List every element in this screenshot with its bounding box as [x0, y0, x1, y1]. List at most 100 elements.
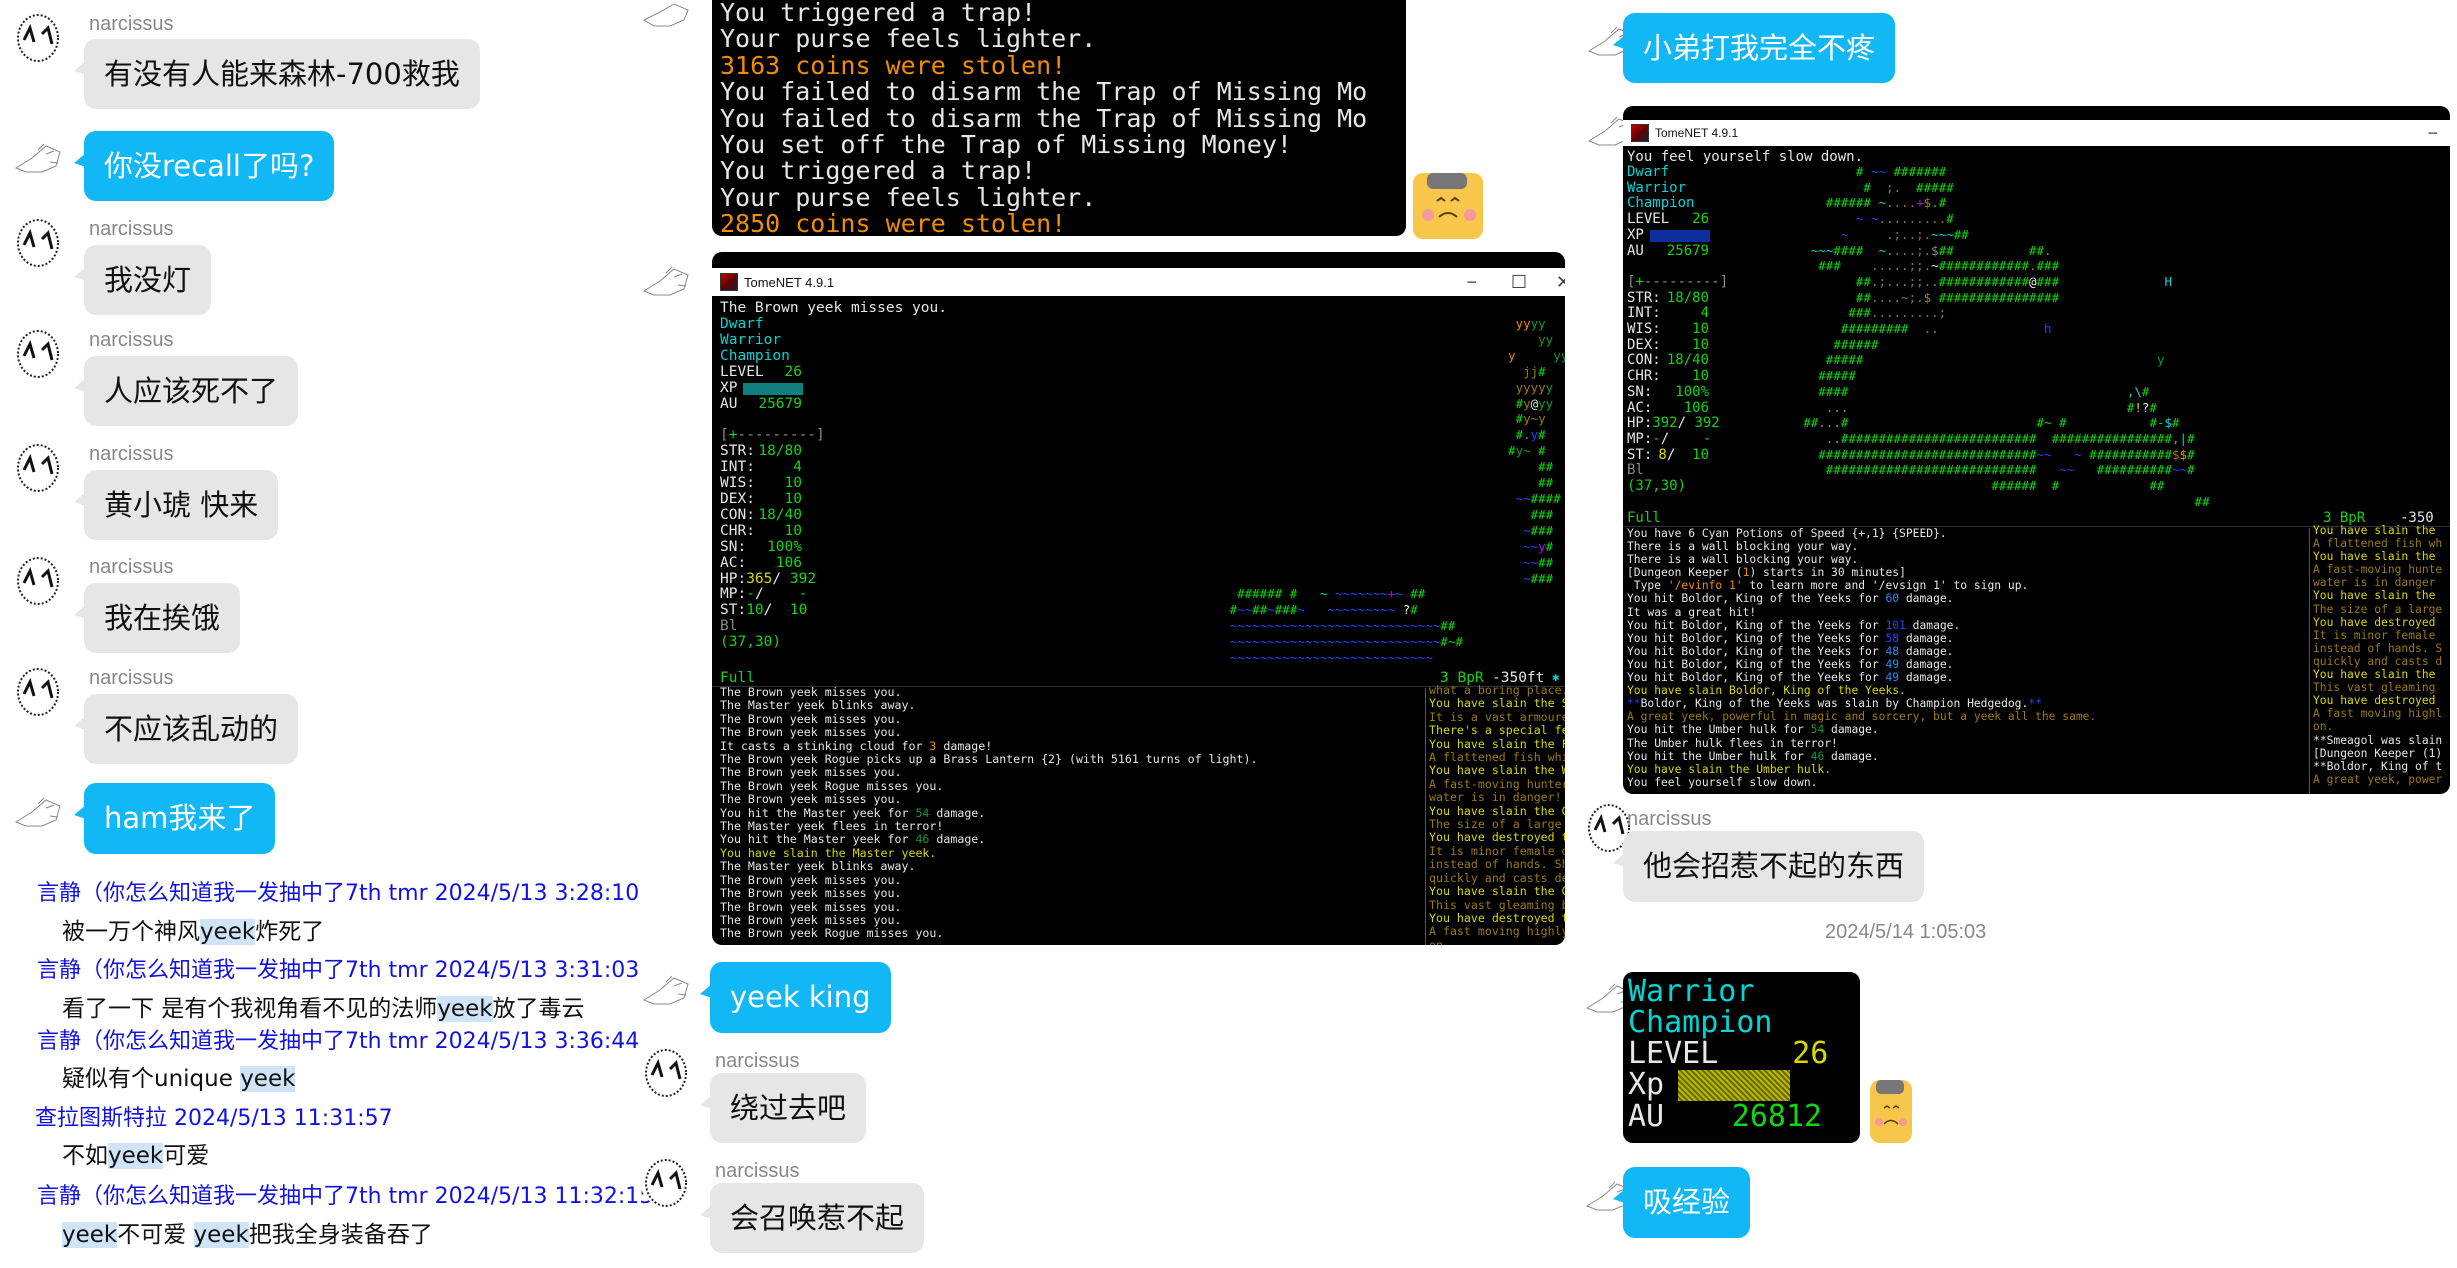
log-line: This vast gleaming — [2313, 681, 2436, 695]
narcissus-avatar[interactable] — [640, 1155, 692, 1207]
st-row: ST: 10/ 10 — [720, 602, 808, 619]
hedgehog-avatar[interactable] — [640, 0, 692, 30]
narcissus-avatar[interactable] — [640, 1045, 692, 1097]
tomenet-screenshot[interactable]: Class: WarriorSocial Class:90DEX:10e) a … — [1623, 106, 2450, 794]
hedgehog-avatar[interactable] — [12, 132, 64, 184]
log-line: The Umber hulk flees in terror! — [1627, 736, 1838, 750]
title-rank: Champion — [1628, 1005, 1773, 1040]
message-bubble[interactable]: 小弟打我完全不疼 — [1612, 13, 1896, 83]
map-row: ~~~~~~~~~~~~~~~~~~~~~~~~~~~ — [1229, 650, 1433, 666]
message-bubble[interactable]: 黄小琥 快来 — [73, 470, 279, 540]
hp-row: HP: 392/ 392 — [1627, 415, 1720, 432]
map-row: ~~#### — [1515, 490, 1561, 506]
log-line: The Brown yeek misses you. — [720, 912, 902, 927]
game-status-bar: Class: WarriorSocial Class:90DEX:10e) a … — [1623, 106, 2450, 132]
map-row: ###.........; — [1848, 305, 1947, 321]
log-line: [Dungeon Keeper (1) starts in 30 minutes… — [1627, 566, 1906, 580]
sender-name: narcissus — [89, 218, 174, 240]
narcissus-avatar[interactable] — [12, 10, 64, 62]
log-line: You hit the Master yeek for 54 damage. — [720, 805, 986, 820]
class-label: Warrior — [1628, 974, 1755, 1009]
gold-row: AU26812## — [1628, 1099, 1823, 1134]
map-row: ###### ~....+$.# — [1825, 195, 1947, 211]
divider — [1425, 688, 1426, 945]
trap-log-screenshot[interactable]: You triggered a trap! Your purse feels li… — [712, 0, 1406, 236]
map-row: ~### — [1523, 522, 1554, 538]
message-bubble[interactable]: 我没灯 — [73, 245, 212, 315]
log-line: The Brown yeek misses you. — [720, 872, 902, 887]
hamster-sticker[interactable] — [1413, 173, 1483, 239]
map-row: ~### — [1523, 570, 1554, 586]
map-row: ~~~#### ~....;.$## ##. — [1810, 242, 2052, 258]
stats-crop-screenshot[interactable]: Warrior Champion LEVEL26 Xp AU26812## — [1623, 972, 1860, 1143]
narcissus-avatar[interactable] — [12, 326, 64, 378]
map-row: ~ .;..;.~~~## — [1840, 226, 1969, 242]
message-bubble[interactable]: 有没有人能来森林-700救我 — [74, 39, 480, 109]
message-bubble[interactable]: 绕过去吧 — [699, 1073, 867, 1143]
stat-row: CHR: 10 — [720, 522, 802, 539]
log-line: You have slain the Giant — [1429, 884, 1565, 899]
log-line: You hit the Umber hulk for 46 damage. — [1627, 749, 1879, 763]
log-line: A fast moving highl — [2313, 707, 2443, 721]
message-log: You have 6 Cyan Potions of Speed {+,1} {… — [1627, 527, 2227, 789]
close-button[interactable]: ✕ — [1556, 272, 1565, 293]
log-line: The Brown yeek Rogue misses you. — [720, 778, 944, 793]
log-line: on. — [2313, 720, 2334, 734]
log-line: on. — [1429, 937, 1450, 945]
tomenet-app-icon — [720, 273, 738, 291]
message-bubble[interactable]: 会召唤惹不起 — [699, 1183, 925, 1253]
message-bubble[interactable]: ham我来了 — [73, 783, 276, 854]
hamster-sticker[interactable] — [1870, 1080, 1912, 1143]
map-row: ~~~~~~~~~~~~~~~~~~~~~~~~~~~~#~# — [1229, 634, 1463, 650]
message-bubble[interactable]: yeek king — [700, 962, 891, 1033]
log-line: [Dungeon Keeper (1) — [2313, 746, 2443, 760]
map-row: y yy — [1508, 347, 1565, 363]
message-text: 有没有人能来森林-700救我 — [104, 56, 460, 91]
message-bubble[interactable]: 吸经验 — [1612, 1167, 1751, 1238]
tomenet-screenshot[interactable]: Class: WarriorSocial Class:90DEX:10e) a … — [712, 252, 1565, 945]
window-titlebar[interactable]: TomeNET 4.9.1 − — [1623, 120, 2450, 146]
minimize-button[interactable]: − — [1466, 272, 1477, 293]
message-bubble[interactable]: 你没recall了吗? — [73, 131, 335, 201]
gold-row: AU 25679 — [1627, 242, 1709, 259]
class-label: Warrior — [1627, 179, 1687, 196]
hp-row: HP: 365/ 392 — [720, 570, 817, 587]
forwarded-message: yeek不可爱 yeek把我全身装备吞了 — [62, 1222, 433, 1248]
narcissus-avatar[interactable] — [12, 553, 64, 605]
map-row: #### ,\# — [1818, 383, 2150, 399]
keyword-highlight: yeek — [108, 1143, 164, 1169]
log-line: You have slain the Stego — [1429, 696, 1565, 711]
narcissus-avatar[interactable] — [12, 440, 64, 492]
log-line: what a boring place.. — [1429, 684, 1565, 697]
message-bubble[interactable]: 不应该乱动的 — [73, 694, 299, 764]
message-bubble[interactable]: 他会招惹不起的东西 — [1612, 831, 1925, 902]
character-panel: Dwarf Warrior Champion LEVEL 26 XP AU 25679 [+-… — [1627, 164, 1762, 495]
narcissus-avatar[interactable] — [12, 215, 64, 267]
hedgehog-avatar[interactable] — [640, 255, 692, 307]
stat-row: SN: 100% — [1627, 383, 1709, 400]
log-line: You have slain the — [2313, 668, 2436, 682]
window-titlebar[interactable]: TomeNET 4.9.1 − ☐ ✕ — [712, 268, 1565, 296]
map-row: #############################~~ ~ ######… — [1818, 446, 2195, 462]
log-line: The Brown yeek misses you. — [720, 765, 902, 780]
message-bubble[interactable]: 人应该死不了 — [73, 356, 299, 426]
minimize-button[interactable]: − — [2427, 123, 2438, 144]
narcissus-avatar[interactable] — [12, 664, 64, 716]
forwarded-message: 看了一下 是有个我视角看不见的法师yeek放了毒云 — [62, 996, 585, 1022]
maximize-button[interactable]: ☐ — [1511, 272, 1527, 293]
xp-progress-bar — [1678, 1070, 1791, 1101]
stat-row: WIS: 10 — [1627, 321, 1709, 338]
level-row: LEVEL 26 — [1628, 1036, 1829, 1071]
log-line: quickly and casts deadly — [1429, 870, 1565, 885]
keyword-highlight: yeek — [200, 919, 256, 945]
window-title: TomeNET 4.9.1 — [1655, 126, 1739, 140]
map-row: yyyy — [1515, 316, 1546, 331]
log-line: A fast-moving hunter of — [1429, 776, 1565, 791]
log-line: The size of a large — [2313, 602, 2443, 616]
message-text: yeek king — [730, 980, 871, 1014]
log-line: instead of hands. S — [2313, 641, 2443, 655]
hedgehog-avatar[interactable] — [12, 786, 64, 838]
log-line: You have slain the Giant — [1429, 803, 1565, 818]
hedgehog-avatar[interactable] — [640, 964, 692, 1016]
message-bubble[interactable]: 我在挨饿 — [73, 583, 241, 653]
